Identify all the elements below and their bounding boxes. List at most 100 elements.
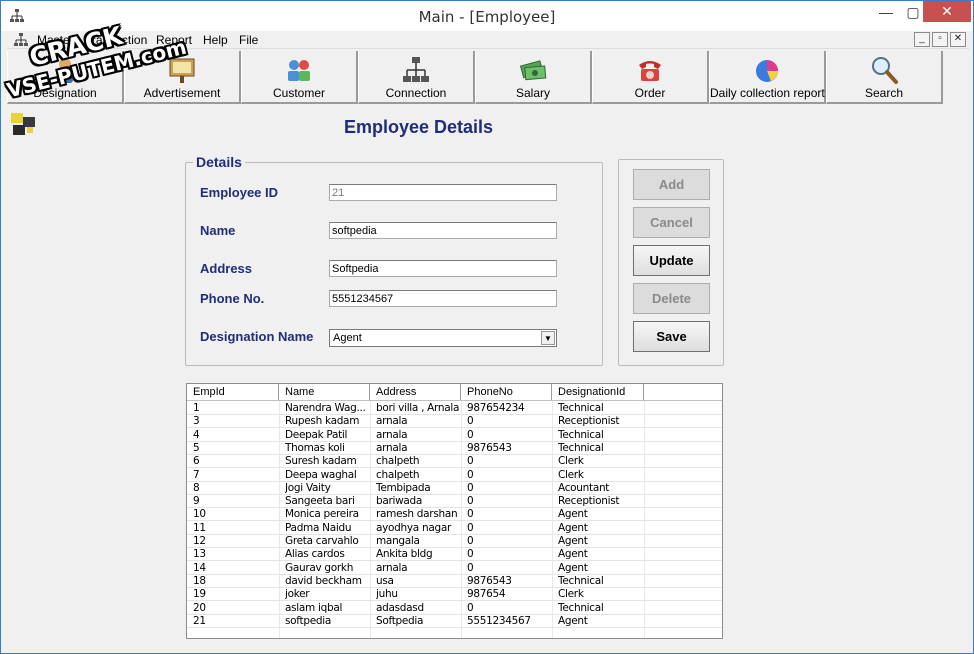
cell-empid: 9 xyxy=(193,495,200,508)
cell-designationid: Technical xyxy=(558,428,604,441)
cell-name: softpedia xyxy=(285,614,331,627)
mdi-minimize-button[interactable]: _ xyxy=(914,32,930,47)
cell-designationid: Agent xyxy=(558,614,588,627)
table-row[interactable]: 3 Rupesh kadam arnala 0 Receptionist xyxy=(187,415,722,429)
cell-empid: 18 xyxy=(193,574,206,587)
table-row[interactable]: 5 Thomas koli arnala 9876543 Technical xyxy=(187,442,722,455)
cell-designationid: Agent xyxy=(558,561,588,574)
pie-chart-icon xyxy=(756,60,778,82)
cell-empid: 4 xyxy=(193,428,200,441)
employee-id-label: Employee ID xyxy=(200,185,279,200)
toolbar-order-button[interactable]: Order xyxy=(592,51,709,104)
cell-designationid: Technical xyxy=(558,574,604,587)
cell-address: bariwada xyxy=(376,495,423,508)
cell-name: david beckham xyxy=(285,574,362,587)
toolbar-search-button[interactable]: Search xyxy=(826,51,943,104)
menu-file[interactable]: File xyxy=(239,33,258,47)
cell-empid: 10 xyxy=(193,508,206,521)
column-header-address[interactable]: Address xyxy=(370,384,461,400)
toolbar-label: Customer xyxy=(272,86,325,100)
add-button[interactable]: Add xyxy=(633,169,710,200)
column-header-phoneno[interactable]: PhoneNo xyxy=(461,384,552,400)
cell-name: Deepa waghal xyxy=(285,468,357,481)
table-row[interactable]: 12 Greta carvahlo mangala 0 Agent xyxy=(187,535,722,548)
designation-select[interactable]: Agent ▼ xyxy=(329,329,557,347)
cell-address: bori villa , Arnala xyxy=(376,402,460,414)
delete-button[interactable]: Delete xyxy=(633,283,710,314)
name-label: Name xyxy=(200,223,236,238)
chevron-down-icon[interactable]: ▼ xyxy=(541,331,555,345)
address-label: Address xyxy=(200,261,253,276)
employee-grid[interactable]: EmpId Name Address PhoneNo DesignationId… xyxy=(186,383,723,639)
cell-address: arnala xyxy=(376,441,408,454)
cell-phoneno: 9876543 xyxy=(467,574,512,587)
cell-designationid: Agent xyxy=(558,521,588,534)
cell-phoneno: 0 xyxy=(467,508,474,521)
toolbar-label: Salary xyxy=(515,86,550,100)
table-row[interactable]: 13 Alias cardos Ankita bldg 0 Agent xyxy=(187,548,722,562)
table-row[interactable]: 18 david beckham usa 9876543 Technical xyxy=(187,575,722,588)
toolbar-salary-button[interactable]: Salary xyxy=(475,51,592,104)
table-row[interactable]: 19 joker juhu 987654 Clerk xyxy=(187,588,722,602)
name-field[interactable] xyxy=(329,222,557,239)
cell-phoneno: 0 xyxy=(467,415,474,428)
cell-name: Padma Naidu xyxy=(285,521,352,534)
cell-designationid: Receptionist xyxy=(558,415,620,428)
table-row[interactable]: 21 softpedia Softpedia 5551234567 Agent xyxy=(187,615,722,628)
cell-empid: 11 xyxy=(193,521,206,534)
cell-empid: 5 xyxy=(193,441,200,454)
table-row[interactable]: 1 Narendra Wag... bori villa , Arnala 98765… xyxy=(187,402,722,415)
save-button[interactable]: Save xyxy=(633,321,710,352)
cell-phoneno: 0 xyxy=(467,468,474,481)
column-header-name[interactable]: Name xyxy=(279,384,370,400)
cell-designationid: Agent xyxy=(558,508,588,521)
cell-empid: 14 xyxy=(193,561,206,574)
toolbar-daily-collection-report-button[interactable]: Daily collection report xyxy=(709,51,826,104)
cell-address: arnala xyxy=(376,428,408,441)
toolbar-label: Connection xyxy=(385,86,447,100)
table-row[interactable]: 4 Deepak Patil arnala 0 Technical xyxy=(187,429,722,442)
cell-name: Thomas koli xyxy=(285,441,345,454)
cell-phoneno: 0 xyxy=(467,548,474,561)
customer-group-icon xyxy=(288,60,310,81)
column-header-empid[interactable]: EmpId xyxy=(187,384,279,400)
cell-phoneno: 5551234567 xyxy=(467,614,531,627)
menu-help[interactable]: Help xyxy=(203,33,228,47)
cell-designationid: Acountant xyxy=(558,481,610,494)
cell-address: adasdasd xyxy=(376,601,424,614)
table-row[interactable]: 11 Padma Naidu ayodhya nagar 0 Agent xyxy=(187,522,722,535)
cell-address: Tembipada xyxy=(376,481,431,494)
address-field[interactable] xyxy=(329,260,557,277)
phone-field[interactable] xyxy=(329,290,557,307)
update-button[interactable]: Update xyxy=(633,245,710,276)
cell-phoneno: 0 xyxy=(467,455,474,468)
mdi-close-button[interactable]: ✕ xyxy=(950,32,966,47)
toolbar-customer-button[interactable]: Customer xyxy=(241,51,358,104)
table-row[interactable]: 7 Deepa waghal chalpeth 0 Clerk xyxy=(187,469,722,482)
cell-empid: 1 xyxy=(193,402,200,414)
column-header-designationid[interactable]: DesignationId xyxy=(552,384,644,400)
cell-designationid: Technical xyxy=(558,601,604,614)
cell-phoneno: 9876543 xyxy=(467,441,512,454)
table-row[interactable]: 6 Suresh kadam chalpeth 0 Clerk xyxy=(187,455,722,469)
table-row[interactable]: 8 Jogi Vaity Tembipada 0 Acountant xyxy=(187,482,722,495)
cell-phoneno: 0 xyxy=(467,561,474,574)
cell-designationid: Agent xyxy=(558,548,588,561)
mdi-restore-button[interactable]: ▫ xyxy=(932,32,948,47)
table-row[interactable]: 20 aslam iqbal adasdasd 0 Technical xyxy=(187,602,722,615)
telephone-icon xyxy=(639,61,661,81)
cell-name: Greta carvahlo xyxy=(285,535,359,547)
network-tree-icon xyxy=(403,57,429,82)
money-icon xyxy=(519,60,547,81)
toolbar-connection-button[interactable]: Connection xyxy=(358,51,475,104)
employee-id-field[interactable] xyxy=(329,184,557,201)
table-row[interactable]: 14 Gaurav gorkh arnala 0 Agent xyxy=(187,562,722,575)
table-row[interactable]: 9 Sangeeta bari bariwada 0 Receptionist xyxy=(187,495,722,509)
cell-phoneno: 0 xyxy=(467,601,474,614)
cancel-button[interactable]: Cancel xyxy=(633,207,710,238)
table-row[interactable]: 10 Monica pereira ramesh darshan 0 Agent xyxy=(187,508,722,522)
cell-name: Monica pereira xyxy=(285,508,359,521)
cell-name: Sangeeta bari xyxy=(285,495,355,508)
page-title: Employee Details xyxy=(344,117,494,137)
close-button[interactable]: ✕ xyxy=(923,1,971,22)
